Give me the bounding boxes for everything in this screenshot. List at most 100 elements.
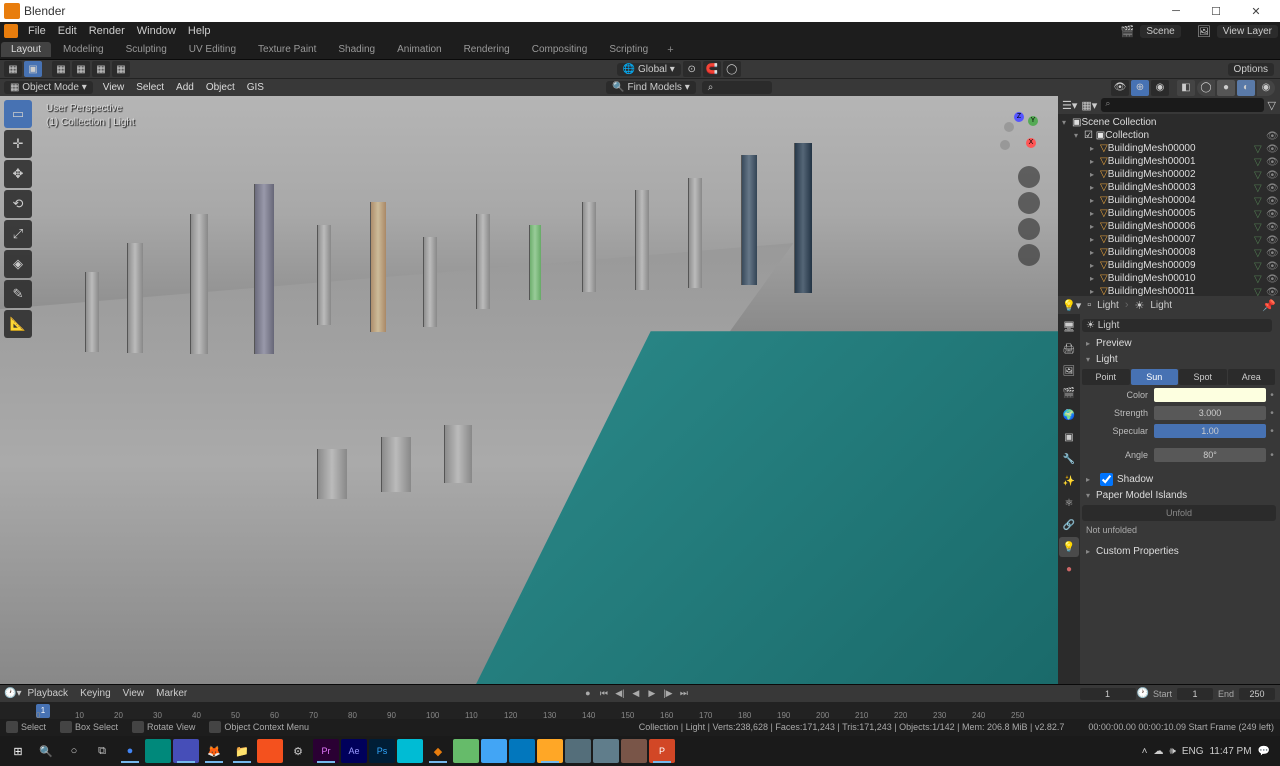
rotate-tool[interactable]: ⟲ <box>4 190 32 218</box>
viewlayer-field[interactable]: View Layer <box>1217 25 1278 38</box>
scale-tool[interactable]: ⤢ <box>4 220 32 248</box>
app-icon-12[interactable] <box>481 739 507 763</box>
shading-rendered-icon[interactable]: ◉ <box>1257 80 1275 96</box>
ptab-material[interactable]: ● <box>1059 559 1079 579</box>
nav-gizmo[interactable]: Y Z X <box>998 112 1042 156</box>
explorer-icon[interactable]: 📁 <box>229 739 255 763</box>
snap3-icon[interactable]: ▦ <box>92 61 110 77</box>
lang-indicator[interactable]: ENG <box>1182 746 1204 757</box>
close-button[interactable]: ✕ <box>1236 5 1276 18</box>
outliner-item[interactable]: ▸▽ BuildingMesh00004▽👁 <box>1058 194 1280 207</box>
panel-custom[interactable]: ▸Custom Properties <box>1082 543 1276 559</box>
tl-menu-view[interactable]: View <box>123 688 145 699</box>
tab-rendering[interactable]: Rendering <box>454 42 520 57</box>
app-icon-9[interactable] <box>397 739 423 763</box>
mode-dropdown[interactable]: ▦ Object Mode ▾ <box>4 81 93 94</box>
taskview-icon[interactable]: ⧉ <box>89 739 115 763</box>
shading-wire-icon[interactable]: ◯ <box>1197 80 1215 96</box>
axis-z-icon[interactable]: Z <box>1014 112 1024 122</box>
outliner-item[interactable]: ▸▽ BuildingMesh00010▽👁 <box>1058 272 1280 285</box>
outliner[interactable]: ▾▣ Scene Collection ▾☑ ▣ Collection👁 ▸▽ … <box>1058 114 1280 296</box>
maximize-button[interactable]: ☐ <box>1196 5 1236 18</box>
outliner-item[interactable]: ▸▽ BuildingMesh00011▽👁 <box>1058 285 1280 296</box>
app-icon-5[interactable] <box>257 739 283 763</box>
app-icon-11[interactable] <box>453 739 479 763</box>
ptab-particles[interactable]: ✨ <box>1059 471 1079 491</box>
firefox-icon[interactable]: 🦊 <box>201 739 227 763</box>
cursor-tool[interactable]: ✛ <box>4 130 32 158</box>
persp-ortho-icon[interactable] <box>1018 244 1040 266</box>
light-type-sun[interactable]: Sun <box>1131 369 1179 385</box>
outliner-item[interactable]: ▸▽ BuildingMesh00002▽👁 <box>1058 168 1280 181</box>
propedit-icon[interactable]: ◯ <box>723 61 741 77</box>
menu-add[interactable]: Add <box>170 82 200 93</box>
play-rev-icon[interactable]: ◀ <box>629 688 643 699</box>
panel-paper[interactable]: ▾Paper Model Islands <box>1082 487 1276 503</box>
tray-up-icon[interactable]: ˄ <box>1142 746 1148 757</box>
menu-select[interactable]: Select <box>130 82 170 93</box>
search-input[interactable]: ⌕ <box>702 81 772 94</box>
outliner-item[interactable]: ▸▽ BuildingMesh00003▽👁 <box>1058 181 1280 194</box>
wifi-icon[interactable]: 🕪 <box>1170 746 1176 757</box>
tab-animation[interactable]: Animation <box>387 42 451 57</box>
overlay-icon[interactable]: ◉ <box>1151 80 1169 96</box>
menu-view[interactable]: View <box>97 82 131 93</box>
ptab-physics[interactable]: ⚛ <box>1059 493 1079 513</box>
tab-modeling[interactable]: Modeling <box>53 42 114 57</box>
start-button[interactable]: ⊞ <box>5 739 31 763</box>
menu-help[interactable]: Help <box>182 25 217 37</box>
xray-icon[interactable]: ◧ <box>1177 80 1195 96</box>
props-icon[interactable]: 💡▾ <box>1062 299 1081 312</box>
blender-taskbar-icon[interactable]: ◆ <box>425 739 451 763</box>
light-data-dropdown[interactable]: ☀ Light <box>1082 319 1272 332</box>
end-frame-field[interactable]: 250 <box>1239 688 1275 700</box>
measure-tool[interactable]: 📐 <box>4 310 32 338</box>
aftereffects-icon[interactable]: Ae <box>341 739 367 763</box>
light-type-area[interactable]: Area <box>1228 369 1276 385</box>
ptab-output[interactable]: 🖨 <box>1059 339 1079 359</box>
3d-viewport[interactable]: ▭ ✛ ✥ ⟲ ⤢ ◈ ✎ 📐 User Perspective (1) Col… <box>0 96 1058 684</box>
timeline-ruler[interactable]: 1 01020304050607080901001101201301401501… <box>0 702 1280 719</box>
outliner-item[interactable]: ▸▽ BuildingMesh00005▽👁 <box>1058 207 1280 220</box>
camera-view-icon[interactable] <box>1018 218 1040 240</box>
app-icon-15[interactable] <box>565 739 591 763</box>
angle-field[interactable]: 80° <box>1154 448 1266 462</box>
pin-icon[interactable]: 📌 <box>1262 299 1276 312</box>
jump-end-icon[interactable]: ⏭ <box>677 688 691 699</box>
selectability-icon[interactable]: 👁 <box>1111 80 1129 96</box>
unfold-button[interactable]: Unfold <box>1082 505 1276 521</box>
tab-compositing[interactable]: Compositing <box>522 42 598 57</box>
annotate-tool[interactable]: ✎ <box>4 280 32 308</box>
menu-render[interactable]: Render <box>83 25 131 37</box>
outliner-item[interactable]: ▸▽ BuildingMesh00001▽👁 <box>1058 155 1280 168</box>
prev-key-icon[interactable]: ◀| <box>613 688 627 699</box>
transform-tool[interactable]: ◈ <box>4 250 32 278</box>
snap-icon[interactable]: ▦ <box>52 61 70 77</box>
color-field[interactable] <box>1154 388 1266 402</box>
zoom-icon[interactable] <box>1018 166 1040 188</box>
vscode-icon[interactable] <box>509 739 535 763</box>
editor-type-icon[interactable]: ▦ <box>4 61 22 77</box>
start-frame-field[interactable]: 1 <box>1177 688 1213 700</box>
ptab-modifier[interactable]: 🔧 <box>1059 449 1079 469</box>
timeline-editor-icon[interactable]: 🕐▾ <box>4 688 21 699</box>
scene-field[interactable]: Scene <box>1140 25 1180 38</box>
clock[interactable]: 11:47 PM <box>1209 746 1251 757</box>
tl-menu-marker[interactable]: Marker <box>156 688 187 699</box>
tl-menu-playback[interactable]: Playback <box>27 688 68 699</box>
shadow-checkbox[interactable] <box>1100 473 1113 486</box>
outliner-item[interactable]: ▸▽ BuildingMesh00008▽👁 <box>1058 246 1280 259</box>
settings-icon[interactable]: ⚙ <box>285 739 311 763</box>
system-tray[interactable]: ˄ ☁ 🕪 ENG 11:47 PM 💬 <box>1142 746 1276 757</box>
ptab-viewlayer[interactable]: 🖼 <box>1059 361 1079 381</box>
tab-scripting[interactable]: Scripting <box>599 42 658 57</box>
powerpoint-icon[interactable]: P <box>649 739 675 763</box>
app-icon-16[interactable] <box>593 739 619 763</box>
menu-window[interactable]: Window <box>131 25 182 37</box>
app-icon-17[interactable] <box>621 739 647 763</box>
panel-light[interactable]: ▾Light <box>1082 351 1276 367</box>
outliner-scene-collection[interactable]: ▾▣ Scene Collection <box>1058 116 1280 129</box>
select-tool[interactable]: ▭ <box>4 100 32 128</box>
outliner-item[interactable]: ▸▽ BuildingMesh00009▽👁 <box>1058 259 1280 272</box>
chrome-icon[interactable]: ● <box>117 739 143 763</box>
